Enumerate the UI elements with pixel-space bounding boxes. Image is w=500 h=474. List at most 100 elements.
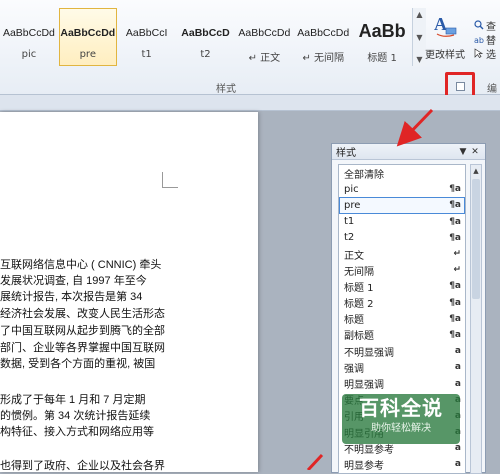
style-type-icon: ¶a <box>449 184 461 195</box>
change-styles-icon: A <box>432 12 458 38</box>
change-styles-button[interactable]: A 更改样式 <box>420 8 470 70</box>
style-item-name: 正文 <box>344 250 364 262</box>
ruler <box>0 95 500 111</box>
style-list-item[interactable]: pic ¶a <box>339 181 465 197</box>
styles-group-label: 样式 <box>216 84 236 95</box>
watermark-logo: 百科全说 助你轻松解决 <box>342 394 460 444</box>
style-list-item[interactable]: 强调 a <box>339 359 465 375</box>
select-label: 选 <box>486 49 496 61</box>
document-page[interactable]: 互联网络信息中心 ( CNNIC) 牵头 发展状况调查, 自 1997 年至今 展统… <box>0 112 258 472</box>
style-tile-label: ↵ 无间隔 <box>302 53 344 64</box>
style-item-name: 不明显强调 <box>344 347 394 359</box>
document-line: 经济社会发展、改变人民生活形态 <box>0 308 165 320</box>
find-button[interactable]: 查 <box>474 18 500 33</box>
document-line: 发展状况调查, 自 1997 年至今 <box>0 275 147 287</box>
style-type-icon: ¶a <box>449 232 461 243</box>
style-tile-sample: AaBbCcD <box>181 27 230 39</box>
style-tile-label: 标题 1 <box>367 53 397 64</box>
pane-close-icon[interactable]: ✕ <box>469 147 481 157</box>
style-item-name: pic <box>344 183 359 195</box>
style-type-icon: ¶a <box>449 281 461 292</box>
style-list-item[interactable]: 无间隔 ↵ <box>339 262 465 278</box>
style-type-icon: ¶a <box>449 216 461 227</box>
ribbon: AaBbCcDd pic AaBbCcDd pre AaBbCcI t1 AaBbCcD t2… <box>0 0 500 102</box>
style-list-item[interactable]: pre ¶a <box>339 197 465 214</box>
document-line: 展统计报告, 本次报告是第 34 <box>0 291 143 303</box>
style-tile-0[interactable]: AaBbCcDd pic <box>0 8 58 66</box>
style-list-item[interactable]: t2 ¶a <box>339 230 465 246</box>
style-tile-sample: AaBbCcDd <box>297 27 350 39</box>
document-line: 形成了于每年 1 月和 7 月定期 <box>0 394 146 406</box>
style-tile-label: t1 <box>141 49 152 60</box>
style-type-icon: ¶a <box>449 313 461 324</box>
styles-gallery: AaBbCcDd pic AaBbCcDd pre AaBbCcI t1 AaBbCcD t2… <box>0 8 412 70</box>
style-type-icon: a <box>454 443 461 454</box>
style-type-icon: a <box>454 346 461 357</box>
style-type-icon: ¶a <box>449 200 461 211</box>
style-list-item[interactable]: 标题 ¶a <box>339 311 465 327</box>
document-line: 部门、企业等各界掌握中国互联网 <box>0 342 165 354</box>
replace-label: 替 <box>486 35 496 47</box>
styles-list-scrollbar[interactable]: ▲ <box>470 164 482 474</box>
watermark-main-text: 百科全说 <box>359 396 443 420</box>
style-type-icon: ↵ <box>453 249 461 260</box>
style-tile-4[interactable]: AaBbCcDd ↵ 正文 <box>235 8 293 66</box>
style-list-item[interactable]: t1 ¶a <box>339 214 465 230</box>
crop-mark <box>162 172 178 188</box>
style-tile-sample: AaBbCcI <box>125 27 168 39</box>
select-icon <box>474 48 484 58</box>
style-item-name: 标题 <box>344 315 364 327</box>
style-type-icon: a <box>454 378 461 389</box>
style-tile-sample: AaBb <box>358 21 406 41</box>
style-item-name: 无间隔 <box>344 266 374 278</box>
style-item-name: 标题 1 <box>344 282 374 294</box>
edit-group-label: 编 <box>487 84 497 95</box>
watermark-sub-text: 助你轻松解决 <box>371 423 431 434</box>
scroll-thumb[interactable] <box>472 179 480 299</box>
style-tile-label: t2 <box>200 49 211 60</box>
style-tile-3[interactable]: AaBbCcD t2 <box>177 8 235 66</box>
style-tile-sample: AaBbCcDd <box>60 27 116 39</box>
arrow-bottom-icon <box>306 453 324 470</box>
style-list-item[interactable]: 明显参考 a <box>339 456 465 472</box>
document-line: 互联网络信息中心 ( CNNIC) 牵头 <box>0 259 162 271</box>
document-line: 数据, 受到各个方面的重视, 被国 <box>0 358 156 370</box>
style-list-item[interactable]: 标题 2 ¶a <box>339 295 465 311</box>
style-item-name: 强调 <box>344 363 364 375</box>
replace-button[interactable]: ab 替 <box>474 32 500 47</box>
style-list-item[interactable]: 副标题 ¶a <box>339 327 465 343</box>
scroll-up-icon[interactable]: ▲ <box>471 165 481 177</box>
style-item-name: t2 <box>344 232 355 244</box>
find-label: 查 <box>486 21 496 33</box>
style-tile-5[interactable]: AaBbCcDd ↵ 无间隔 <box>294 8 352 66</box>
select-button[interactable]: 选 <box>474 46 500 61</box>
style-tile-1[interactable]: AaBbCcDd pre <box>58 8 117 66</box>
style-type-icon: ¶a <box>449 297 461 308</box>
style-list-item[interactable]: 正文 ↵ <box>339 246 465 262</box>
styles-pane-header: 样式 ▼ ✕ <box>332 144 485 160</box>
style-type-icon: a <box>454 362 461 373</box>
style-item-name: 明显强调 <box>344 380 384 392</box>
style-tile-6[interactable]: AaBb 标题 1 <box>353 8 411 66</box>
style-list-item[interactable]: 全部清除 <box>339 165 465 181</box>
style-list-item[interactable]: 不明显强调 a <box>339 343 465 359</box>
styles-pane-title: 样式 <box>336 148 356 159</box>
change-styles-label: 更改样式 <box>425 50 465 61</box>
find-icon <box>474 20 484 30</box>
style-item-name: 标题 2 <box>344 299 374 311</box>
style-tile-sample: AaBbCcDd <box>238 27 291 39</box>
style-tile-label: pre <box>79 49 96 60</box>
svg-text:ab: ab <box>474 36 484 44</box>
style-item-name: pre <box>344 199 361 211</box>
style-tile-2[interactable]: AaBbCcI t1 <box>118 8 176 66</box>
style-type-icon: ↵ <box>453 265 461 276</box>
style-item-name: 副标题 <box>344 331 374 343</box>
document-line: 的惯例。第 34 次统计报告延续 <box>0 410 151 422</box>
arrow-to-pane-icon <box>396 108 434 147</box>
pane-menu-icon[interactable]: ▼ <box>457 147 469 157</box>
style-item-name: 全部清除 <box>344 169 384 181</box>
style-list-item[interactable]: 明显强调 a <box>339 375 465 392</box>
style-list-item[interactable]: 标题 1 ¶a <box>339 278 465 294</box>
svg-text:A: A <box>434 14 447 34</box>
style-type-icon: a <box>454 459 461 470</box>
